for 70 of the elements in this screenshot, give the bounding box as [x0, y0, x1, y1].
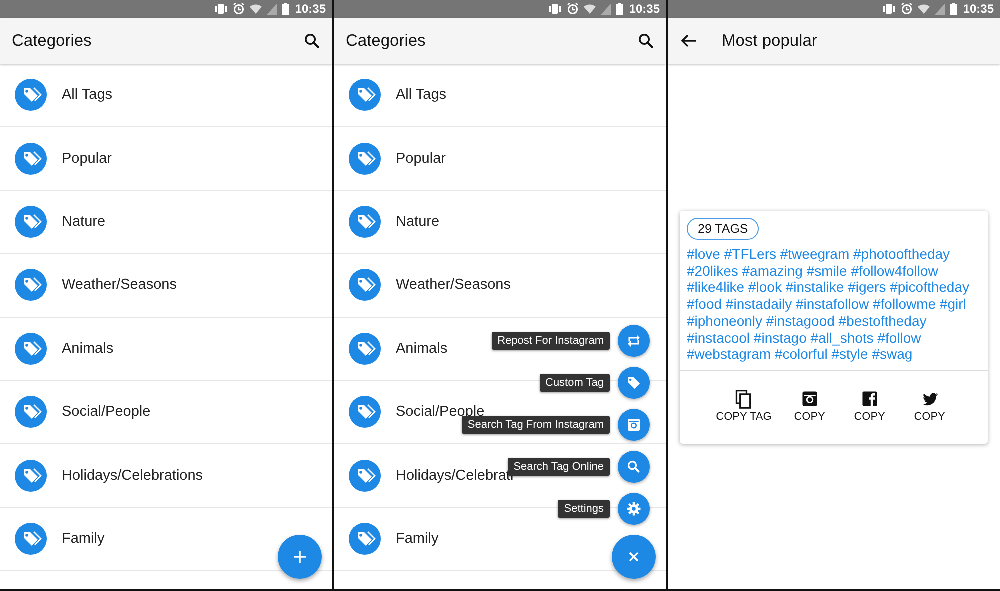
- tag-icon: [15, 332, 47, 365]
- category-item[interactable]: All Tags: [334, 64, 666, 128]
- action-tooltip: Search Tag From Instagram: [462, 416, 610, 434]
- screen-title: Most popular: [722, 32, 818, 50]
- alarm-clock-icon: [901, 3, 914, 15]
- alarm-clock-icon: [233, 3, 246, 15]
- status-time: 10:35: [295, 2, 326, 16]
- settings-icon: [625, 500, 643, 518]
- signal-icon: [935, 3, 946, 15]
- category-item[interactable]: Nature: [0, 190, 332, 254]
- status-time: 10:35: [629, 2, 660, 16]
- action-tooltip: Repost For Instagram: [492, 332, 610, 350]
- tag-icon: [15, 206, 47, 238]
- category-item[interactable]: Animals: [0, 318, 332, 381]
- battery-icon: [616, 3, 624, 15]
- category-item[interactable]: Nature: [334, 190, 666, 254]
- category-item[interactable]: Weather/Seasons: [0, 254, 332, 318]
- tag-count-badge: 29 TAGS: [687, 218, 760, 240]
- tag-icon: [349, 206, 381, 238]
- category-item[interactable]: Weather/Seasons: [334, 254, 666, 318]
- signal-icon: [267, 3, 278, 15]
- alarm-clock-icon: [567, 3, 580, 15]
- battery-icon: [282, 3, 290, 15]
- tag-icon: [15, 142, 47, 175]
- camera-icon: [800, 388, 820, 409]
- battery-icon: [950, 3, 958, 15]
- tag-icon: [625, 374, 643, 392]
- tag-icon: [15, 522, 47, 555]
- wifi-icon: [918, 3, 930, 15]
- status-time: 10:35: [963, 2, 994, 16]
- category-item[interactable]: Social/People: [0, 380, 332, 444]
- tag-icon: [349, 522, 381, 555]
- wifi-icon: [584, 3, 596, 15]
- camera-copy-button[interactable]: COPY: [788, 388, 832, 423]
- tag-icon: [349, 142, 381, 175]
- tag-icon: [15, 269, 47, 302]
- plus-icon: [293, 550, 307, 564]
- square-f-copy-button[interactable]: COPY: [848, 388, 892, 423]
- search-icon[interactable]: [304, 33, 320, 49]
- tag-icon: [15, 79, 47, 112]
- camera-icon: [625, 416, 643, 434]
- tag-icon: [349, 396, 381, 428]
- screen-title: Categories: [346, 32, 427, 50]
- vibrate-icon: [882, 3, 896, 15]
- copy-icon: [734, 388, 754, 409]
- wifi-icon: [250, 3, 262, 15]
- tag-icon: [15, 396, 47, 428]
- back-arrow-icon[interactable]: [680, 32, 698, 50]
- screen-title: Categories: [12, 32, 93, 50]
- vibrate-icon: [214, 3, 228, 15]
- search-icon[interactable]: [638, 33, 654, 49]
- signal-icon: [601, 3, 612, 15]
- category-item[interactable]: Popular: [0, 127, 332, 191]
- tag-icon: [349, 460, 381, 492]
- hashtag-list: #love #TFLers #tweegram #photooftheday #20likes #amazing #smile #follow4follow #like4like #look #instalike #igers #picoftheday #food #instadaily #instafollow #followme #girl #iphoneonly #instagood #bestoftheday #instacool #instago #all_shots #follow #webstagram #colorful #style #swag: [687, 246, 981, 363]
- vibrate-icon: [548, 3, 562, 15]
- tag-icon: [349, 332, 381, 365]
- tag-icon: [349, 269, 381, 302]
- category-item[interactable]: Popular: [334, 127, 666, 191]
- action-tooltip: Settings: [558, 500, 610, 518]
- tag-icon: [349, 79, 381, 112]
- bird-copy-button[interactable]: COPY: [908, 388, 952, 423]
- category-item[interactable]: Holidays/Celebrations: [0, 444, 332, 508]
- tag-icon: [15, 460, 47, 492]
- copy-copy-button[interactable]: COPY TAG: [716, 388, 772, 423]
- action-tooltip: Search Tag Online: [508, 458, 610, 476]
- category-item[interactable]: All Tags: [0, 64, 332, 128]
- close-icon: [627, 550, 641, 564]
- square-f-icon: [860, 388, 880, 409]
- action-tooltip: Custom Tag: [540, 374, 610, 392]
